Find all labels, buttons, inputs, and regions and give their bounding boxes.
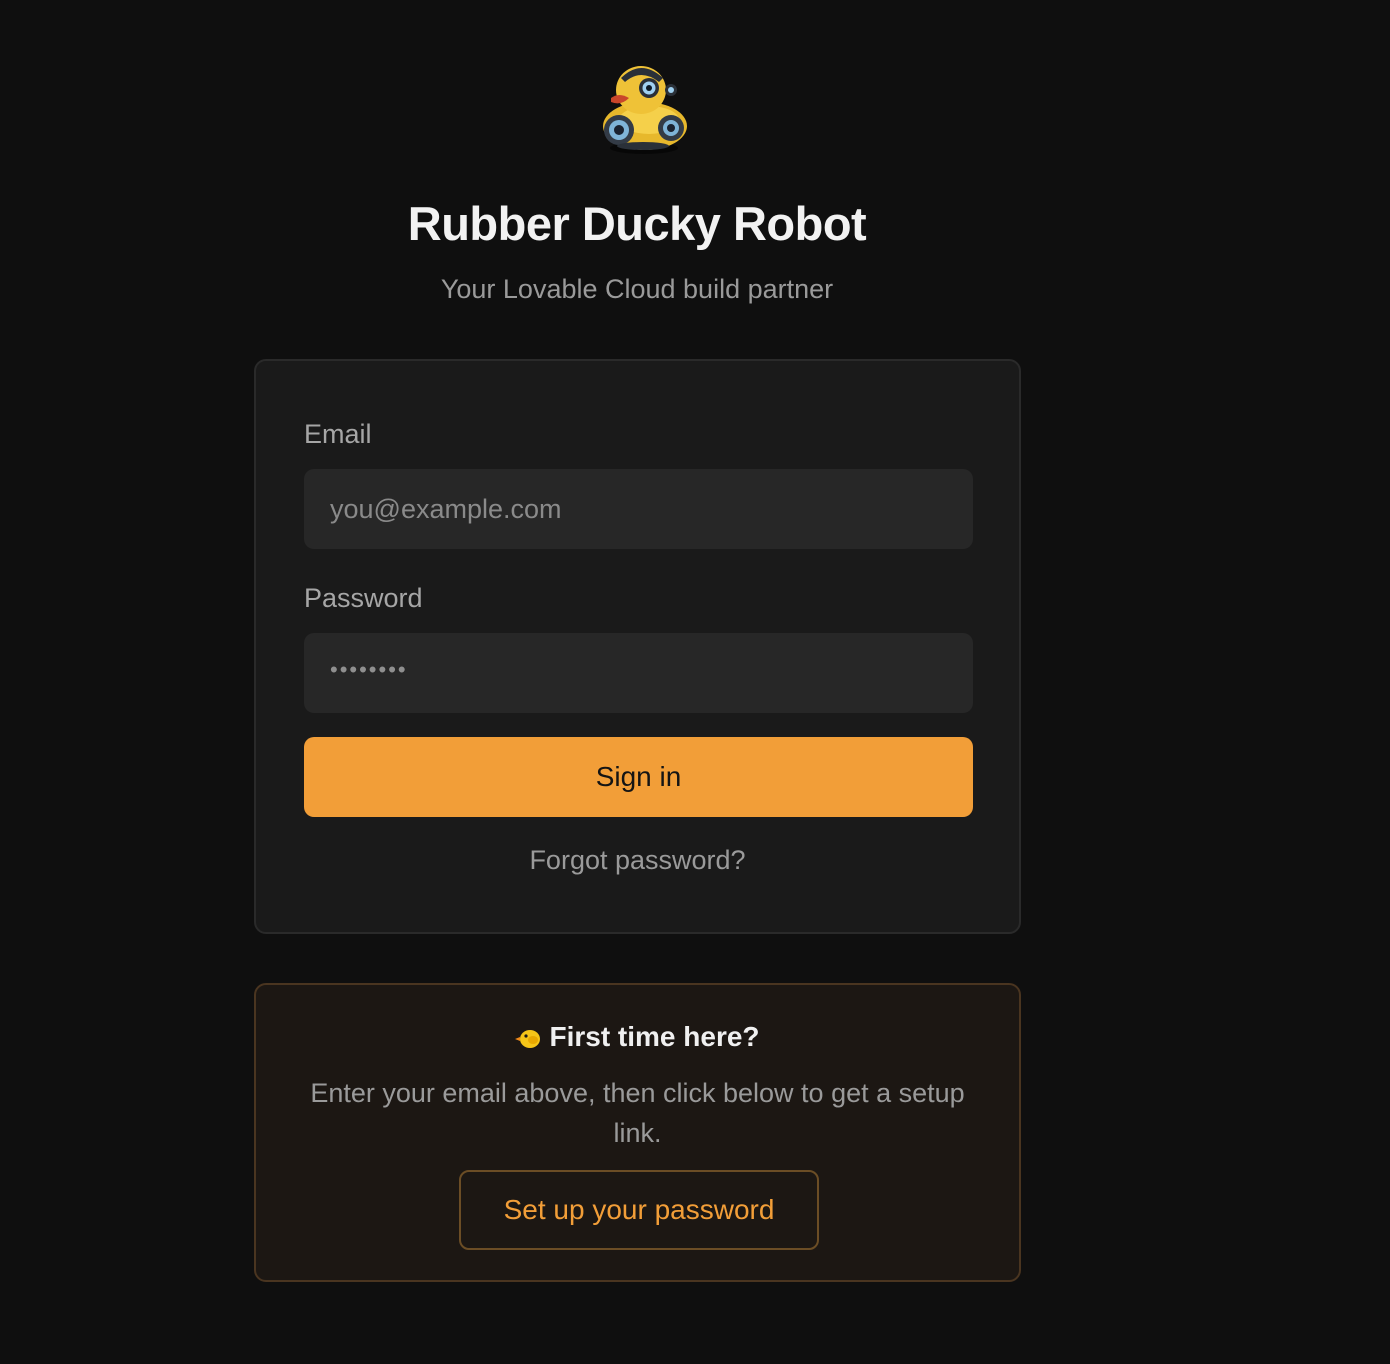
login-page: Rubber Ducky Robot Your Lovable Cloud bu… [0,0,1390,1364]
first-time-heading: First time here? [256,1021,1019,1056]
first-time-notice: First time here? Enter your email above,… [254,983,1021,1282]
sign-in-button[interactable]: Sign in [304,737,973,817]
chick-icon [515,1024,541,1056]
email-field[interactable] [304,469,973,549]
email-label: Email [304,419,372,449]
login-card: Email Password •••••••• Sign in Forgot p… [254,359,1021,934]
first-time-title: First time here? [549,1021,760,1052]
forgot-password-link[interactable]: Forgot password? [256,845,1019,876]
password-label: Password [304,583,423,613]
password-field[interactable] [304,633,973,713]
setup-password-button[interactable]: Set up your password [459,1170,819,1250]
first-time-description: Enter your email above, then click below… [310,1078,965,1148]
rubber-duck-robot-icon [597,60,691,156]
app-subtitle: Your Lovable Cloud build partner [440,274,834,304]
app-title: Rubber Ducky Robot [407,197,867,250]
